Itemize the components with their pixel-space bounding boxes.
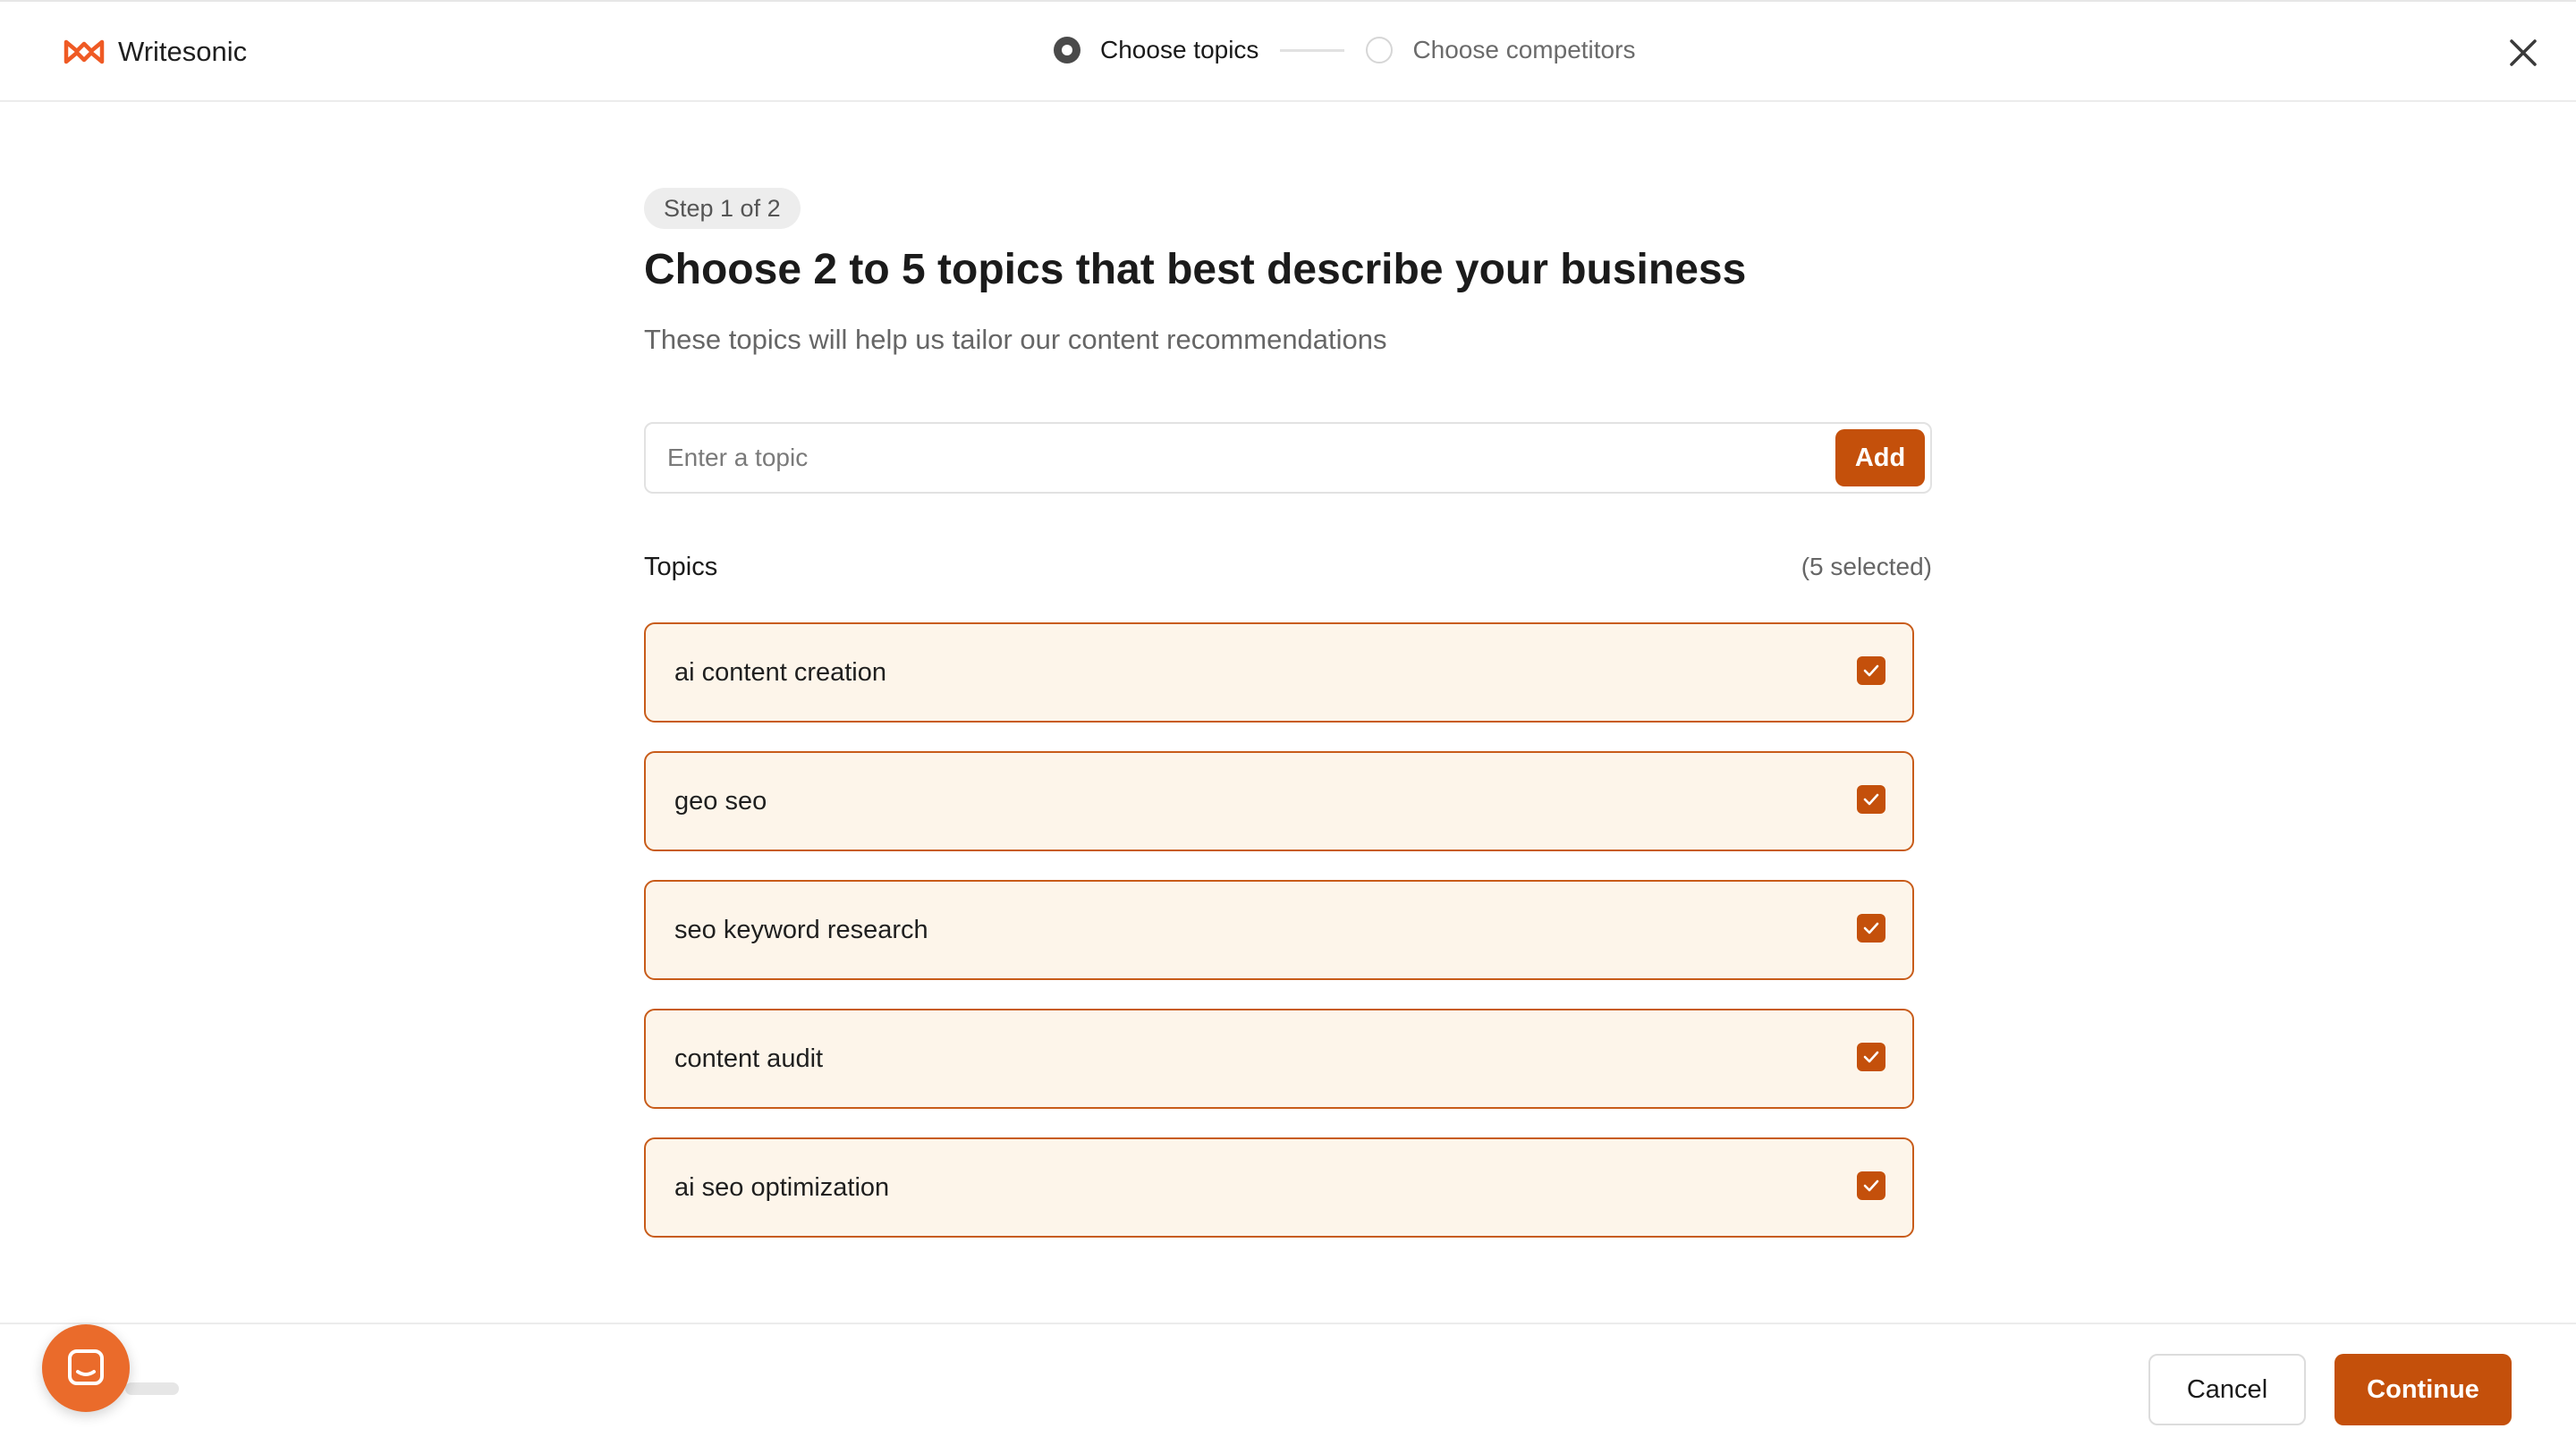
chat-launcher-tab	[125, 1382, 179, 1395]
page-title: Choose 2 to 5 topics that best describe …	[644, 246, 1747, 293]
step-indicator-active	[1054, 37, 1080, 63]
topic-label: ai content creation	[674, 658, 886, 687]
checkbox-checked-icon[interactable]	[1857, 1043, 1885, 1071]
continue-button[interactable]: Continue	[2334, 1354, 2512, 1425]
checkbox-checked-icon[interactable]	[1857, 914, 1885, 943]
topic-label: ai seo optimization	[674, 1173, 890, 1202]
brand-name: Writesonic	[118, 36, 248, 67]
selected-count: (5 selected)	[1801, 553, 1932, 580]
topic-input[interactable]	[646, 424, 1791, 492]
step-indicator-inactive	[1366, 37, 1394, 63]
topic-item[interactable]: geo seo	[644, 751, 1914, 851]
stepper: Choose topics Choose competitors	[1054, 36, 1635, 64]
topic-item[interactable]: ai seo optimization	[644, 1137, 1914, 1238]
topics-label: Topics	[644, 553, 718, 581]
brand: Writesonic	[63, 36, 247, 68]
chat-launcher-icon[interactable]	[42, 1324, 130, 1412]
step-label-choose-topics: Choose topics	[1100, 36, 1259, 63]
topic-item[interactable]: ai content creation	[644, 622, 1914, 723]
topic-list: ai content creation geo seo seo keyword …	[644, 622, 1914, 1266]
step-label-choose-competitors: Choose competitors	[1412, 36, 1636, 63]
topic-label: geo seo	[674, 787, 767, 816]
topic-item[interactable]: content audit	[644, 1009, 1914, 1109]
topic-label: content audit	[674, 1044, 824, 1073]
topic-label: seo keyword research	[674, 916, 928, 944]
checkbox-checked-icon[interactable]	[1857, 656, 1885, 685]
topic-item[interactable]: seo keyword research	[644, 880, 1914, 980]
topic-input-group: Add	[644, 422, 1932, 494]
checkbox-checked-icon[interactable]	[1857, 785, 1885, 814]
checkbox-checked-icon[interactable]	[1857, 1171, 1885, 1200]
writesonic-logo-icon	[64, 39, 105, 64]
topics-header: Topics (5 selected)	[644, 553, 1932, 585]
top-bar: Writesonic Choose topics Choose competit…	[0, 0, 2576, 102]
cancel-button[interactable]: Cancel	[2148, 1354, 2306, 1425]
close-icon[interactable]	[2506, 36, 2540, 70]
add-topic-button[interactable]: Add	[1835, 429, 1925, 486]
step-connector	[1280, 48, 1345, 52]
page-subtitle: These topics will help us tailor our con…	[644, 324, 1387, 355]
step-badge: Step 1 of 2	[644, 188, 801, 229]
